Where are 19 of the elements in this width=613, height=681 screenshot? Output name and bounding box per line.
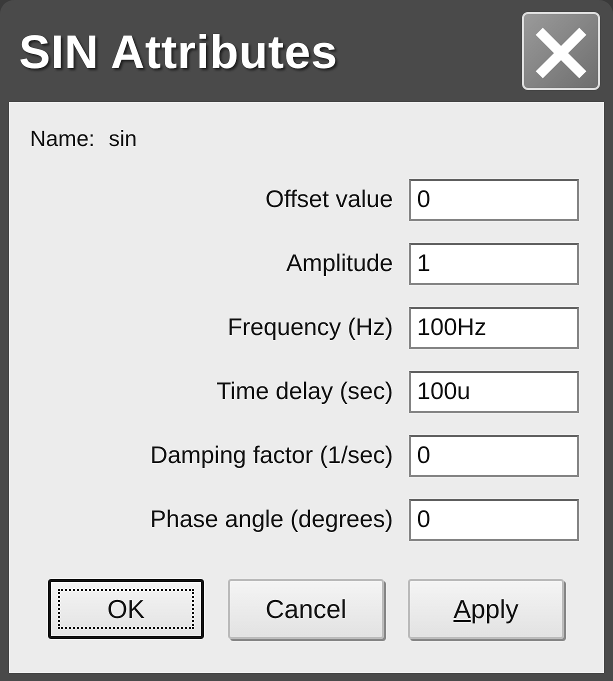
field-label: Amplitude <box>286 250 393 278</box>
dialog-button[interactable]: Apply <box>408 579 564 639</box>
field-label: Frequency (Hz) <box>228 314 393 342</box>
input-field[interactable]: 1 <box>409 243 579 285</box>
window-title: SIN Attributes <box>19 24 338 78</box>
dialog-button[interactable]: OK <box>48 579 204 639</box>
input-field[interactable]: 0 <box>409 499 579 541</box>
input-field[interactable]: 100Hz <box>409 307 579 349</box>
field-label: Phase angle (degrees) <box>150 506 393 534</box>
close-button[interactable]: × <box>522 12 600 90</box>
input-field[interactable]: 0 <box>409 435 579 477</box>
input-field[interactable]: 0 <box>409 179 579 221</box>
input-field[interactable]: 100u <box>409 371 579 413</box>
name-value: sin <box>108 126 137 153</box>
field-label: Damping factor (1/sec) <box>150 442 393 470</box>
field-label: Offset value <box>265 186 393 214</box>
dialog-button[interactable]: Cancel <box>228 579 384 639</box>
name-label: Name: <box>30 126 95 153</box>
field-label: Time delay (sec) <box>216 378 393 406</box>
